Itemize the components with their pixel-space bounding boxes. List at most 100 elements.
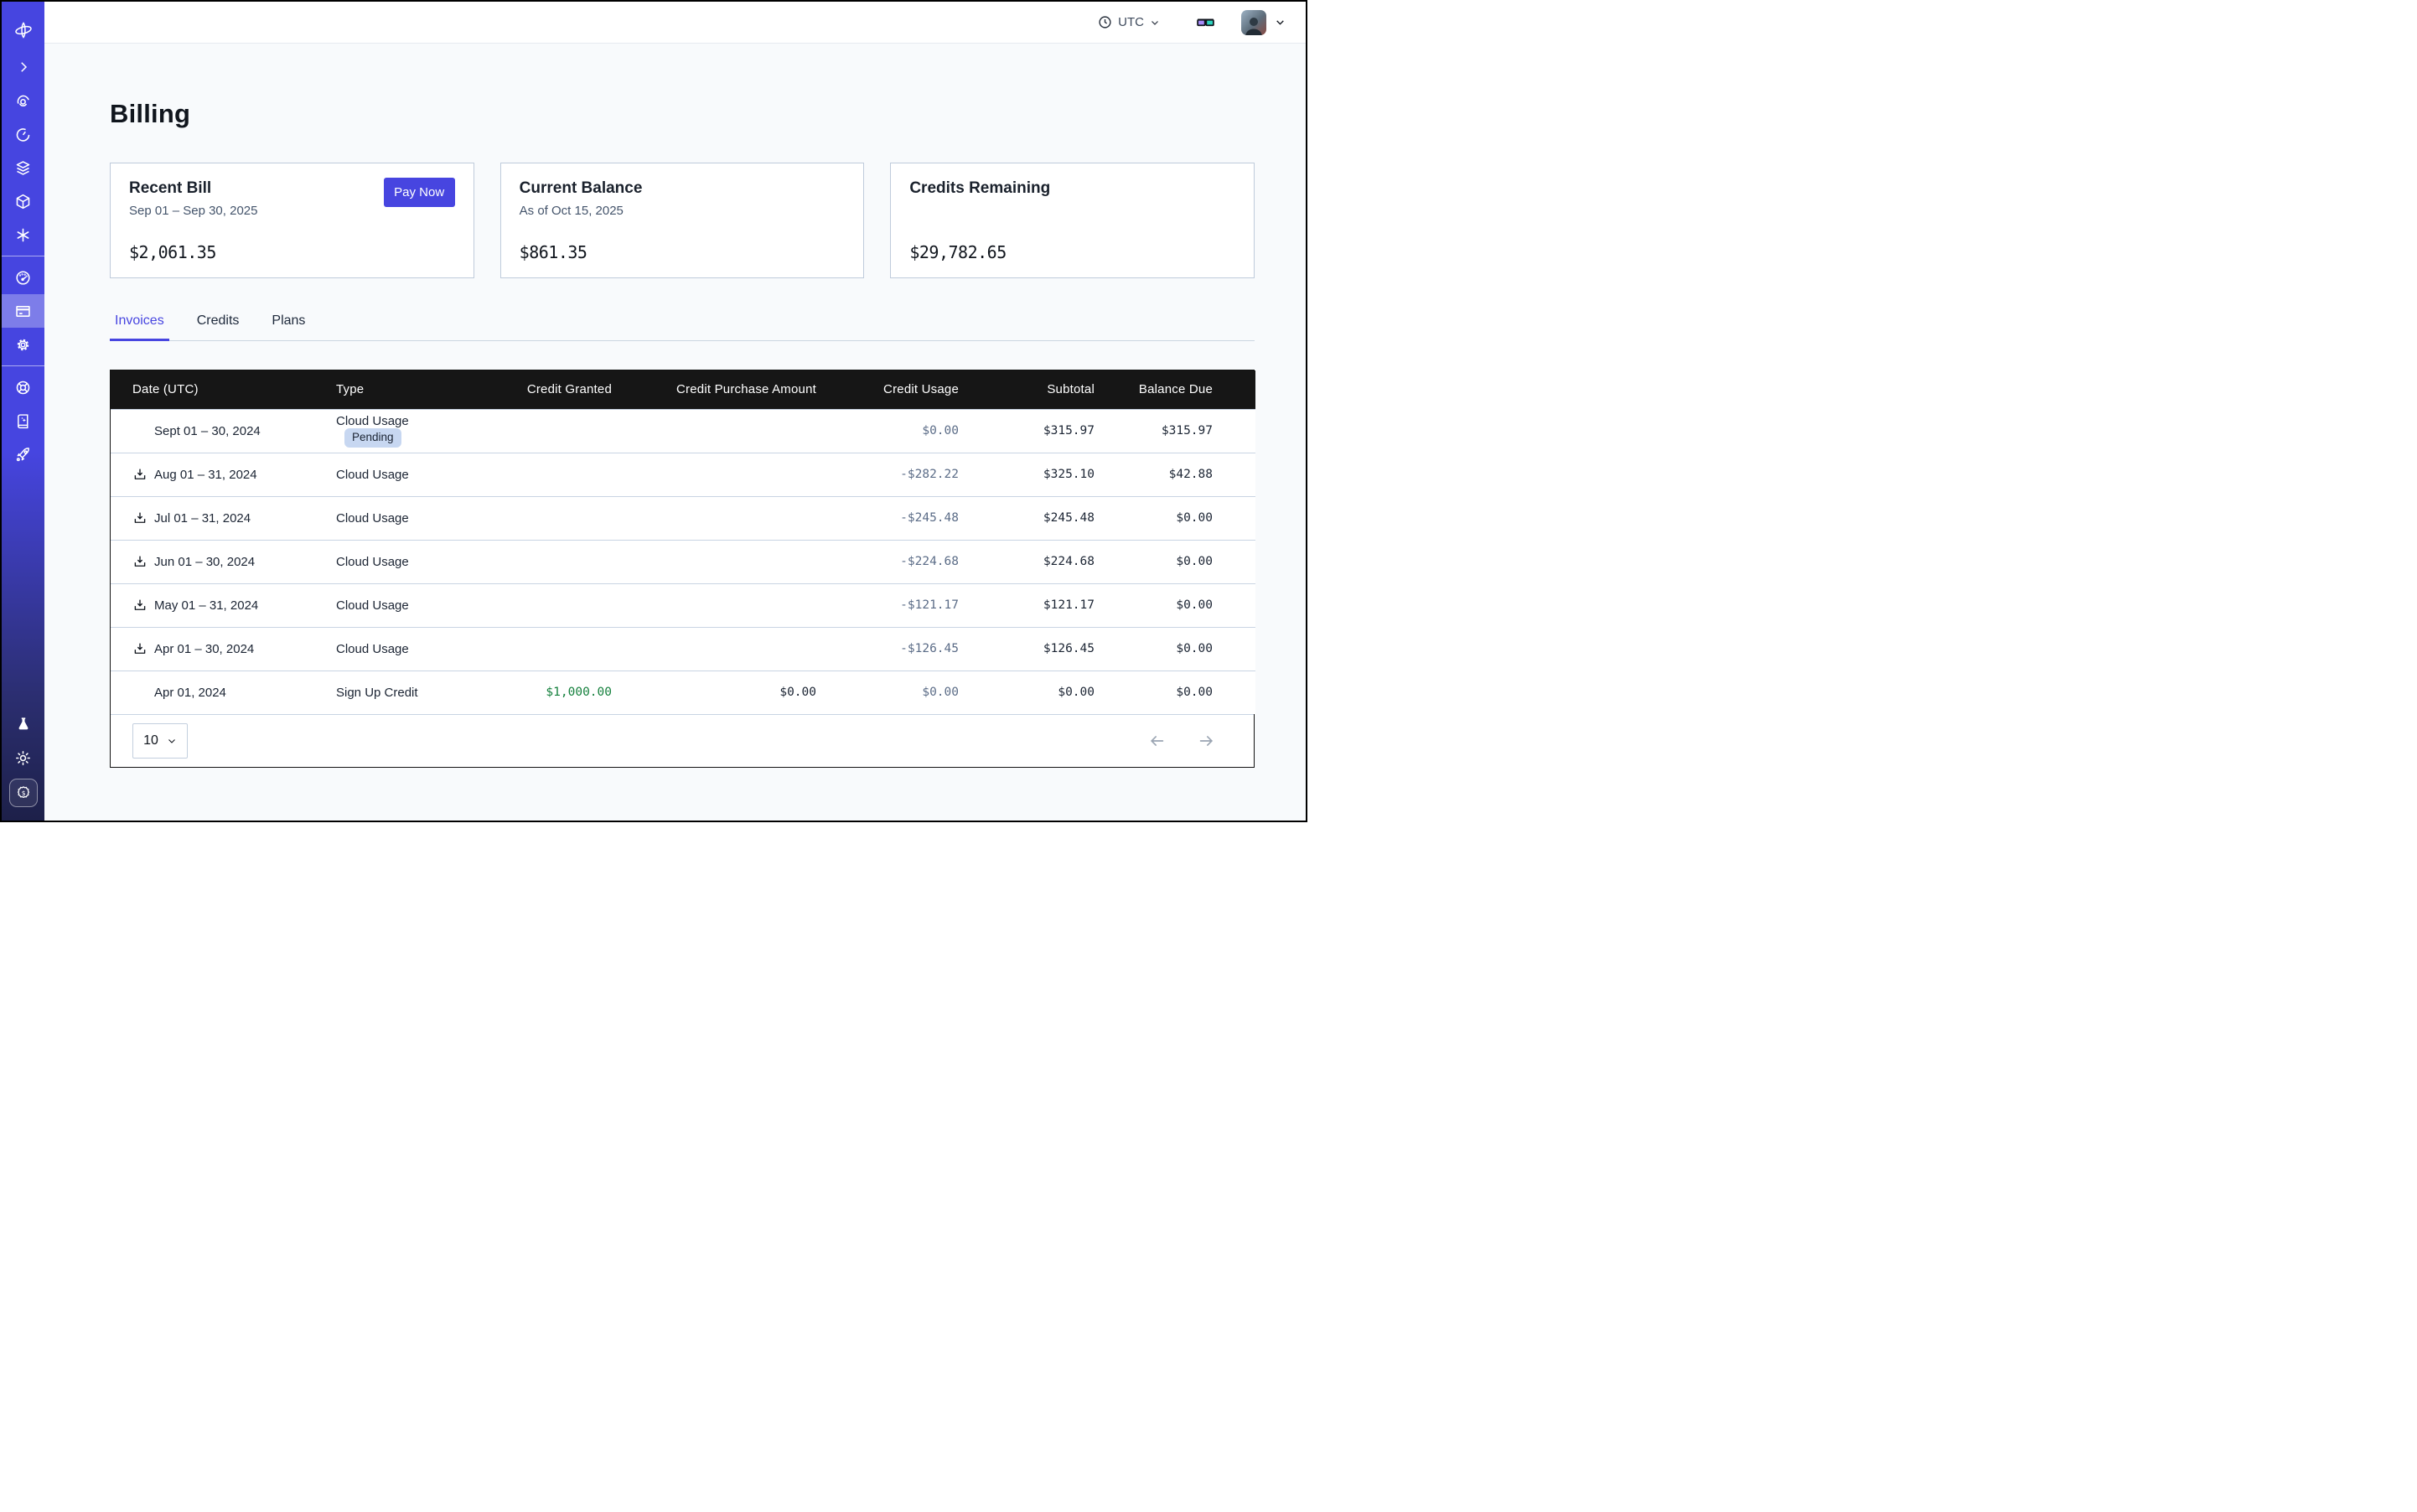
- topbar: UTC: [44, 2, 1306, 44]
- invoice-date: Apr 01 – 30, 2024: [154, 642, 254, 656]
- goggles-icon[interactable]: [1195, 12, 1216, 33]
- invoice-row: Jun 01 – 30, 2024 Cloud Usage -$224.68 $…: [111, 540, 1255, 583]
- invoice-row: Apr 01, 2024 Sign Up Credit $1,000.00 $0…: [111, 671, 1255, 714]
- balance-due-value: $315.97: [1095, 409, 1255, 453]
- subtotal-value: $224.68: [959, 540, 1095, 583]
- subtotal-value: $315.97: [959, 409, 1095, 453]
- page-size-value: 10: [143, 733, 158, 748]
- sidebar-item-usage-dashboard[interactable]: [2, 261, 44, 294]
- app-window: $ UTC: [0, 0, 1307, 822]
- invoice-type: Cloud Usage: [336, 598, 409, 613]
- sidebar-item-onboarding[interactable]: [2, 438, 44, 471]
- credits-remaining-amount: $29,782.65: [909, 242, 1235, 262]
- subtotal-value: $126.45: [959, 627, 1095, 671]
- tab-plans[interactable]: Plans: [267, 313, 310, 341]
- subtotal-value: $245.48: [959, 496, 1095, 540]
- recent-bill-card: Recent Bill Sep 01 – Sep 30, 2025 $2,061…: [110, 163, 474, 278]
- balance-due-value: $0.00: [1095, 583, 1255, 627]
- tab-credits[interactable]: Credits: [192, 313, 245, 341]
- table-pagination: 10: [111, 714, 1254, 767]
- invoice-date: May 01 – 31, 2024: [154, 598, 258, 613]
- invoice-type: Cloud Usage: [336, 511, 409, 526]
- sidebar-item-timer[interactable]: [2, 117, 44, 151]
- previous-page-button[interactable]: [1148, 732, 1167, 750]
- credit-usage-value: -$126.45: [816, 627, 959, 671]
- invoice-type: Cloud Usage: [336, 555, 409, 569]
- col-balance-due: Balance Due: [1095, 370, 1255, 409]
- invoice-row: Jul 01 – 31, 2024 Cloud Usage -$245.48 $…: [111, 496, 1255, 540]
- balance-due-value: $0.00: [1095, 540, 1255, 583]
- status-badge: Pending: [344, 428, 401, 448]
- invoice-row: Apr 01 – 30, 2024 Cloud Usage -$126.45 $…: [111, 627, 1255, 671]
- download-invoice-icon[interactable]: [132, 467, 148, 482]
- sidebar-divider: [2, 365, 44, 366]
- credit-granted-value: [470, 409, 612, 453]
- recent-bill-amount: $2,061.35: [129, 242, 455, 262]
- credits-remaining-title: Credits Remaining: [909, 179, 1235, 198]
- invoice-date: Apr 01, 2024: [154, 686, 226, 700]
- col-credit-granted: Credit Granted: [470, 370, 612, 409]
- sidebar-item-settings[interactable]: [2, 328, 44, 361]
- invoice-type: Cloud Usage: [336, 414, 409, 428]
- invoice-row: Aug 01 – 31, 2024 Cloud Usage -$282.22 $…: [111, 453, 1255, 496]
- download-invoice-icon[interactable]: [132, 598, 148, 613]
- credit-granted-value: $1,000.00: [470, 671, 612, 714]
- pay-now-button[interactable]: Pay Now: [384, 178, 455, 207]
- current-balance-title: Current Balance: [520, 179, 846, 198]
- credit-usage-value: -$224.68: [816, 540, 959, 583]
- sidebar-item-functions[interactable]: [2, 218, 44, 251]
- col-subtotal: Subtotal: [959, 370, 1095, 409]
- chevron-down-icon: [167, 736, 177, 746]
- timezone-selector[interactable]: UTC: [1098, 15, 1160, 29]
- col-credit-usage: Credit Usage: [816, 370, 959, 409]
- sidebar: $: [2, 2, 44, 821]
- page-size-select[interactable]: 10: [132, 723, 188, 759]
- credit-purchase-value: [612, 409, 816, 453]
- sidebar-item-observability[interactable]: [2, 84, 44, 117]
- theme-toggle-sun-icon[interactable]: [14, 741, 32, 774]
- invoices-table: Date (UTC) Type Credit Granted Credit Pu…: [110, 370, 1255, 768]
- credit-usage-value: -$245.48: [816, 496, 959, 540]
- invoice-row: Sept 01 – 30, 2024 Cloud UsagePending $0…: [111, 409, 1255, 453]
- col-credit-purchase-amount: Credit Purchase Amount: [612, 370, 816, 409]
- sidebar-item-expand[interactable]: [2, 50, 44, 84]
- next-page-button[interactable]: [1197, 732, 1215, 750]
- invoice-type: Cloud Usage: [336, 468, 409, 482]
- billing-tabs: Invoices Credits Plans: [110, 313, 1255, 341]
- credit-usage-value: $0.00: [816, 409, 959, 453]
- subtotal-value: $325.10: [959, 453, 1095, 496]
- invoice-type: Sign Up Credit: [336, 686, 418, 700]
- labs-flask-icon[interactable]: [15, 707, 32, 741]
- tab-invoices[interactable]: Invoices: [110, 313, 169, 341]
- page-title: Billing: [110, 99, 1255, 129]
- sidebar-item-layers[interactable]: [2, 151, 44, 184]
- col-date: Date (UTC): [111, 370, 336, 409]
- svg-text:$: $: [21, 790, 25, 797]
- user-avatar[interactable]: [1241, 10, 1266, 35]
- user-menu-chevron-icon[interactable]: [1275, 17, 1286, 28]
- invoice-date: Jun 01 – 30, 2024: [154, 555, 255, 569]
- download-invoice-icon[interactable]: [132, 641, 148, 656]
- subtotal-value: $121.17: [959, 583, 1095, 627]
- balance-due-value: $42.88: [1095, 453, 1255, 496]
- credit-usage-value: -$282.22: [816, 453, 959, 496]
- credits-badge-button[interactable]: $: [9, 779, 38, 807]
- sidebar-item-docs[interactable]: [2, 404, 44, 438]
- download-slot-empty: [132, 423, 148, 438]
- credit-usage-value: $0.00: [816, 671, 959, 714]
- app-logo-icon[interactable]: [2, 13, 44, 47]
- balance-due-value: $0.00: [1095, 671, 1255, 714]
- invoice-row: May 01 – 31, 2024 Cloud Usage -$121.17 $…: [111, 583, 1255, 627]
- sidebar-item-containers[interactable]: [2, 184, 44, 218]
- sidebar-item-billing[interactable]: [2, 294, 44, 328]
- credits-remaining-card: Credits Remaining $29,782.65: [890, 163, 1255, 278]
- billing-page: Billing Recent Bill Sep 01 – Sep 30, 202…: [44, 44, 1306, 821]
- download-invoice-icon[interactable]: [132, 554, 148, 569]
- clock-icon: [1098, 15, 1112, 29]
- current-balance-card: Current Balance As of Oct 15, 2025 $861.…: [500, 163, 865, 278]
- table-header-row: Date (UTC) Type Credit Granted Credit Pu…: [111, 370, 1255, 409]
- current-balance-as-of: As of Oct 15, 2025: [520, 204, 846, 218]
- sidebar-item-support[interactable]: [2, 370, 44, 404]
- download-invoice-icon[interactable]: [132, 510, 148, 526]
- current-balance-amount: $861.35: [520, 242, 846, 262]
